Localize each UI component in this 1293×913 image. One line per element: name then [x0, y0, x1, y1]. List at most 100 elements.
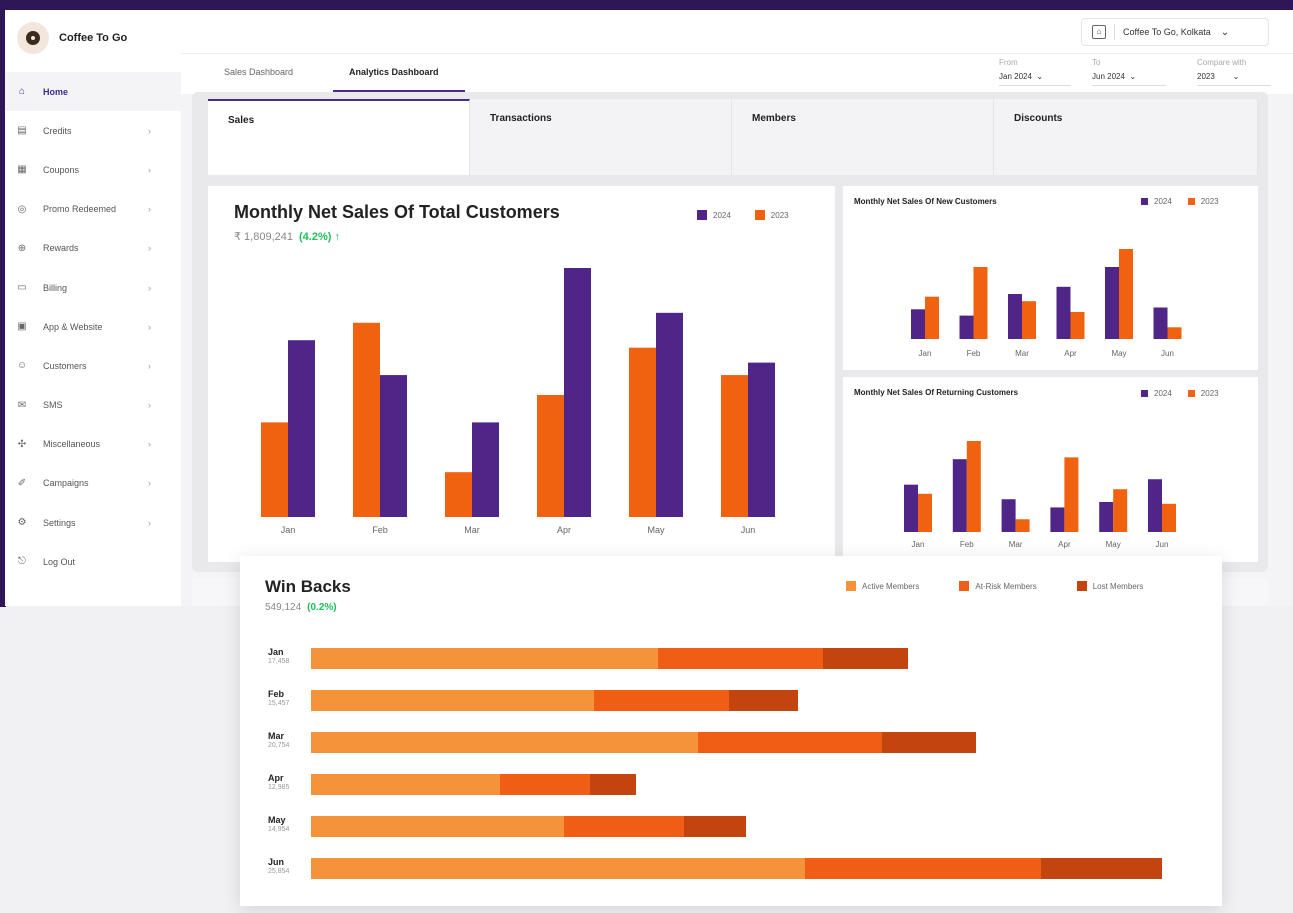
sidebar-item-label: SMS — [43, 400, 63, 411]
bar-active-membersmay[interactable] — [311, 816, 564, 837]
bar-lost-membersjan[interactable] — [823, 648, 908, 669]
bar-2024-apr[interactable] — [1050, 507, 1065, 532]
bar-at-risk-membersapr[interactable] — [500, 774, 590, 795]
bar-at-risk-membersfeb[interactable] — [594, 690, 729, 711]
home-icon: ⌂ — [18, 86, 26, 98]
to-filter[interactable]: To Jun 2024 ⌄ — [1092, 58, 1166, 86]
sidebar-item-sms[interactable]: ✉ SMS › — [5, 386, 181, 425]
bar-active-membersfeb[interactable] — [311, 690, 594, 711]
bar-lost-membersmar[interactable] — [882, 732, 976, 753]
chevron-right-icon: › — [148, 321, 151, 332]
bar-at-risk-membersjan[interactable] — [658, 648, 823, 669]
bar-2023-apr[interactable] — [1070, 312, 1085, 339]
bar-2024-mar[interactable] — [1001, 499, 1016, 532]
bar-2023-jun[interactable] — [721, 375, 748, 517]
sidebar-item-label: Miscellaneous — [43, 439, 101, 450]
bar-2024-jan[interactable] — [288, 340, 315, 517]
bar-2023-apr[interactable] — [1064, 457, 1079, 532]
x-tick-label: Jan — [912, 540, 925, 549]
bar-2023-apr[interactable] — [537, 394, 564, 517]
bar-2023-mar[interactable] — [445, 472, 472, 517]
bar-at-risk-membersmar[interactable] — [698, 732, 882, 753]
bar-2024-jun[interactable] — [1148, 479, 1162, 532]
customers-icon: ☺ — [16, 360, 28, 372]
bar-2024-apr[interactable] — [1056, 286, 1071, 339]
tab-discounts[interactable]: Discounts — [994, 99, 1258, 175]
x-tick-label: May — [1111, 349, 1126, 358]
bar-2023-mar[interactable] — [1015, 519, 1030, 532]
tab-sales-dashboard[interactable]: Sales Dashboard — [224, 67, 293, 77]
bar-2023-may[interactable] — [1119, 249, 1133, 339]
sidebar-item-billing[interactable]: ▭ Billing › — [5, 268, 181, 307]
total-sales-bar-chart: Jan Feb Mar Apr May Jun — [261, 268, 775, 535]
x-tick-label: Jun — [741, 525, 756, 535]
x-tick-label: Jan — [281, 525, 296, 535]
x-tick-label: Feb — [372, 525, 388, 535]
sidebar-item-rewards[interactable]: ⊕ Rewards › — [5, 229, 181, 268]
brand[interactable]: Coffee To Go — [17, 22, 127, 54]
sidebar-item-label: Campaigns — [43, 478, 89, 489]
metric-tabs: Sales Transactions Members Discounts — [27, 99, 1258, 175]
x-tick-label: May — [1106, 540, 1121, 549]
tab-members[interactable]: Members — [732, 99, 994, 175]
bar-2024-mar[interactable] — [1008, 294, 1022, 339]
bar-2024-jun[interactable] — [748, 362, 775, 517]
location-selector[interactable]: ⌂ Coffee To Go, Kolkata ⌄ — [1081, 18, 1269, 46]
bar-lost-membersfeb[interactable] — [729, 690, 798, 711]
bar-active-membersapr[interactable] — [311, 774, 500, 795]
bar-2023-feb[interactable] — [353, 322, 380, 517]
bar-active-membersjan[interactable] — [311, 648, 658, 669]
bar-2023-jan[interactable] — [925, 296, 939, 339]
bar-active-membersmar[interactable] — [311, 732, 698, 753]
new-customers-card: Monthly Net Sales Of New Customers 2024 … — [843, 186, 1258, 370]
sidebar-item-miscellaneous[interactable]: ✣ Miscellaneous › — [5, 425, 181, 464]
bar-lost-membersapr[interactable] — [590, 774, 636, 795]
bar-2024-jun[interactable] — [1153, 307, 1168, 340]
compare-filter[interactable]: Compare with 2023 ⌄ — [1197, 58, 1271, 86]
bar-at-risk-membersjun[interactable] — [805, 858, 1041, 879]
sidebar-item-customers[interactable]: ☺ Customers › — [5, 346, 181, 385]
bar-active-membersjun[interactable] — [311, 858, 805, 879]
sidebar-item-settings[interactable]: ⚙ Settings › — [5, 503, 181, 542]
bar-2024-may[interactable] — [656, 312, 683, 517]
bar-2023-may[interactable] — [1113, 489, 1128, 532]
from-filter[interactable]: From Jan 2024 ⌄ — [999, 58, 1071, 86]
bar-2024-jan[interactable] — [911, 309, 925, 339]
bar-2023-jun[interactable] — [1167, 327, 1182, 339]
bar-2024-mar[interactable] — [472, 422, 499, 517]
sidebar-item-log-out[interactable]: ⎋ Log Out — [5, 542, 181, 581]
sidebar-item-app-website[interactable]: ▣ App & Website › — [5, 307, 181, 346]
bar-2024-feb[interactable] — [380, 375, 407, 517]
x-tick-label: Feb — [967, 349, 981, 358]
bar-lost-membersmay[interactable] — [684, 816, 746, 837]
bar-at-risk-membersmay[interactable] — [564, 816, 684, 837]
chevron-right-icon: › — [148, 243, 151, 254]
sidebar-item-label: Promo Redeemed — [43, 204, 117, 215]
bar-2024-feb[interactable] — [952, 459, 967, 532]
returning-customers-bar-chart: Jan Feb Mar Apr May Jun — [904, 441, 1176, 549]
bar-2024-may[interactable] — [1099, 501, 1114, 532]
bar-2024-may[interactable] — [1105, 267, 1119, 339]
x-tick-label: Mar — [1009, 540, 1023, 549]
bar-2023-feb[interactable] — [973, 267, 988, 339]
tab-transactions[interactable]: Transactions — [470, 99, 732, 175]
chevron-right-icon: › — [148, 282, 151, 293]
bar-2024-jan[interactable] — [904, 484, 918, 532]
x-tick-label: Jun — [1156, 540, 1169, 549]
x-tick-label: May — [647, 525, 665, 535]
bar-2023-may[interactable] — [629, 347, 656, 517]
bar-lost-membersjun[interactable] — [1041, 858, 1162, 879]
bar-2024-apr[interactable] — [564, 268, 591, 517]
bar-2023-jun[interactable] — [1162, 503, 1176, 532]
bar-2023-jan[interactable] — [918, 493, 932, 532]
bar-2023-jan[interactable] — [261, 422, 288, 517]
bar-2023-feb[interactable] — [966, 441, 981, 532]
bar-2023-mar[interactable] — [1022, 301, 1036, 339]
sidebar-item-campaigns[interactable]: ✐ Campaigns › — [5, 464, 181, 503]
tab-sales[interactable]: Sales — [208, 99, 470, 175]
bar-2024-feb[interactable] — [959, 315, 974, 339]
win-backs-stacked-bar-chart — [311, 648, 1162, 879]
sidebar-item-promo-redeemed[interactable]: ◎ Promo Redeemed › — [5, 190, 181, 229]
tab-analytics-dashboard[interactable]: Analytics Dashboard — [349, 67, 439, 77]
brand-name: Coffee To Go — [59, 32, 128, 44]
